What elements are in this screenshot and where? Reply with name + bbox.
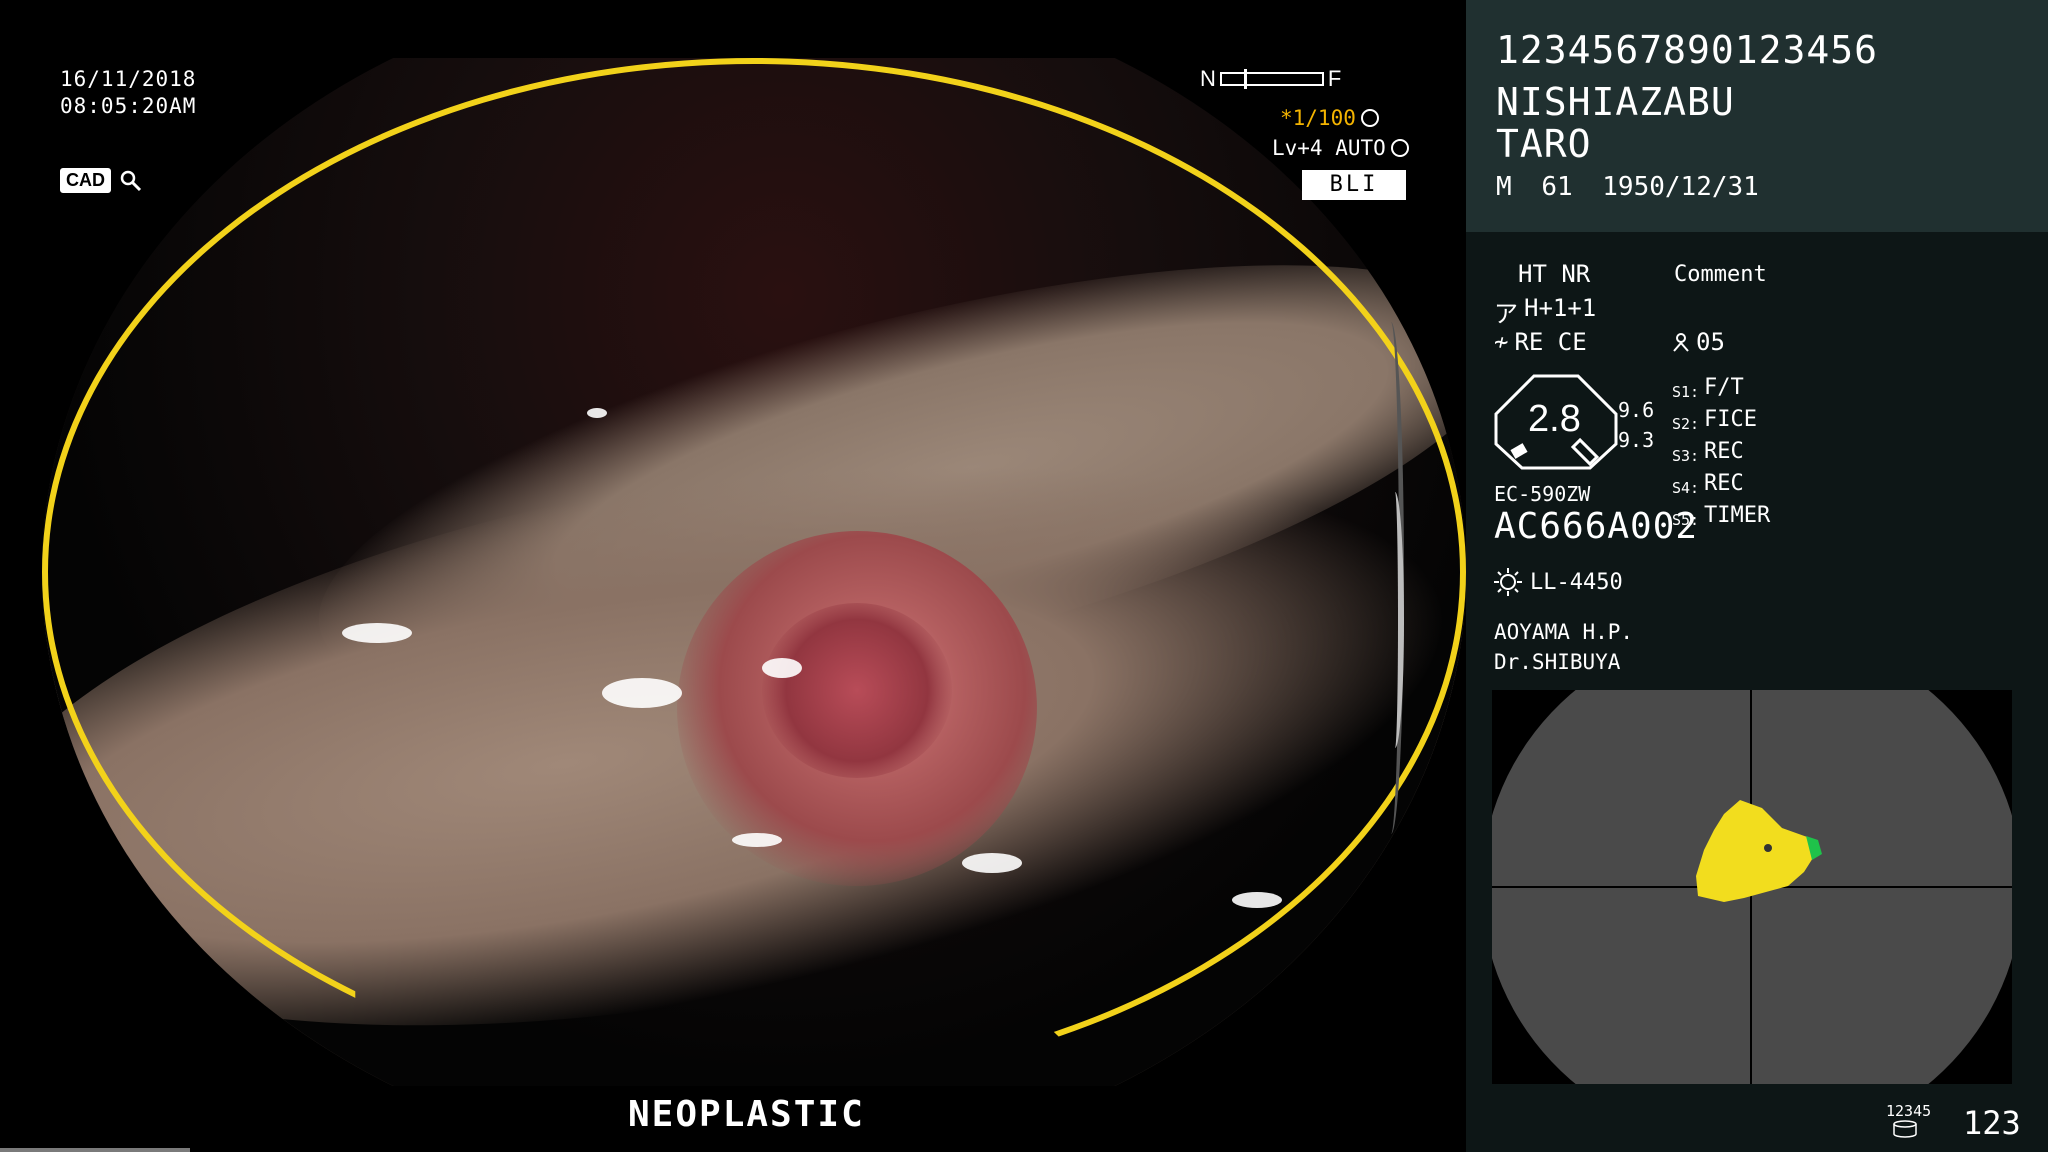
aperture-icon (1360, 109, 1379, 127)
light-source: LL-4450 (1494, 568, 1623, 596)
switch-row: S1: F/T (1672, 374, 1770, 406)
specular-highlight (732, 833, 782, 847)
person-icon (1673, 333, 1689, 352)
scope-serial: AC666A002 (1494, 506, 1699, 547)
enhancement-setting: ア H+1+1 (1494, 294, 1596, 329)
switch-label: REC (1704, 439, 1744, 464)
patient-demographics: M 61 1950/12/31 (1496, 172, 1759, 202)
lesion-marker (1696, 800, 1822, 902)
iris-level: Lv+4 AUTO (1272, 136, 1409, 160)
switch-row: S5: TIMER (1672, 502, 1770, 534)
magnifier-icon (120, 170, 142, 191)
switch-row: S2: FICE (1672, 406, 1770, 438)
cad-label: CAD (60, 168, 111, 193)
color-value: RE CE (1514, 328, 1587, 356)
switch-key: S3: (1672, 447, 1700, 465)
zoom-thumb (1386, 492, 1404, 748)
hook-icon: ア (1494, 300, 1518, 328)
patient-id: 1234567890123456 (1496, 28, 1879, 72)
sun-icon (1494, 568, 1522, 596)
bottom-progress-line (0, 1148, 190, 1152)
endoscopy-display: 16/11/2018 08:05:20AM CAD N F *1/100 Lv+… (0, 0, 1466, 1152)
switch-label: TIMER (1704, 503, 1771, 528)
ht-nr-label: HT NR (1518, 260, 1591, 288)
color-setting: ≁ RE CE (1494, 328, 1587, 356)
storage-icon (1893, 1120, 1917, 1138)
patient-first-name: TARO (1496, 122, 1592, 166)
hospital-name: AOYAMA H.P. (1494, 620, 1634, 644)
switch-key: S2: (1672, 415, 1700, 433)
switch-row: S3: REC (1672, 438, 1770, 470)
level-text: Lv+4 AUTO (1272, 136, 1386, 160)
patient-age: 61 (1541, 172, 1573, 202)
scope-model: EC-590ZW (1494, 482, 1591, 506)
patient-dob: 1950/12/31 (1602, 172, 1759, 202)
image-count: 05 (1672, 328, 1725, 356)
patient-last-name: NISHIAZABU (1496, 80, 1735, 124)
info-panel: 1234567890123456 NISHIAZABU TARO M 61 19… (1466, 0, 2048, 1152)
shutter-text: *1/100 (1280, 106, 1356, 130)
focus-bar (1219, 69, 1324, 89)
auto-iris-icon (1390, 139, 1409, 157)
shutter-speed: *1/100 (1280, 106, 1379, 130)
date-text: 16/11/2018 (60, 67, 197, 91)
focus-indicator: N F (1200, 66, 1341, 92)
far-label: F (1327, 66, 1342, 91)
lesion-minimap (1492, 690, 2012, 1084)
comment-label: Comment (1674, 262, 1767, 287)
light-source-model: LL-4450 (1530, 569, 1623, 595)
switch-label: REC (1704, 471, 1744, 496)
patient-sex: M (1496, 172, 1512, 202)
focus-mark (1243, 69, 1247, 89)
gauge-reading-a: 9.6 (1618, 398, 1655, 422)
storage-label: 12345 (1886, 1102, 1932, 1120)
switch-row: S4: REC (1672, 470, 1770, 502)
patient-block: 1234567890123456 NISHIAZABU TARO M 61 19… (1466, 0, 2048, 232)
lightning-icon: ≁ (1494, 328, 1509, 356)
specular-highlight (602, 678, 682, 708)
datetime: 16/11/2018 08:05:20AM (60, 66, 196, 120)
imaging-mode-badge: BLI (1302, 170, 1406, 200)
near-label: N (1200, 66, 1216, 91)
gauge-reading-b: 9.3 (1618, 428, 1655, 452)
cad-badge: CAD (60, 168, 143, 193)
time-text: 08:05:20AM (60, 94, 197, 118)
switch-assignments: S1: F/T S2: FICE S3: REC S4: REC S5: TIMER (1672, 374, 1770, 534)
switch-key: S1: (1672, 383, 1700, 401)
switch-label: F/T (1704, 375, 1744, 400)
frame-count: 123 (1963, 1104, 2021, 1142)
doctor-name: Dr.SHIBUYA (1494, 650, 1621, 674)
switch-label: FICE (1704, 407, 1757, 432)
cad-classification: NEOPLASTIC (628, 1094, 865, 1135)
count-value: 05 (1696, 328, 1725, 356)
enhancement-value: H+1+1 (1524, 294, 1597, 322)
switch-key: S5: (1672, 511, 1700, 529)
zoom-scale (1378, 322, 1404, 834)
switch-key: S4: (1672, 479, 1700, 497)
gauge-value: 2.8 (1528, 398, 1581, 440)
